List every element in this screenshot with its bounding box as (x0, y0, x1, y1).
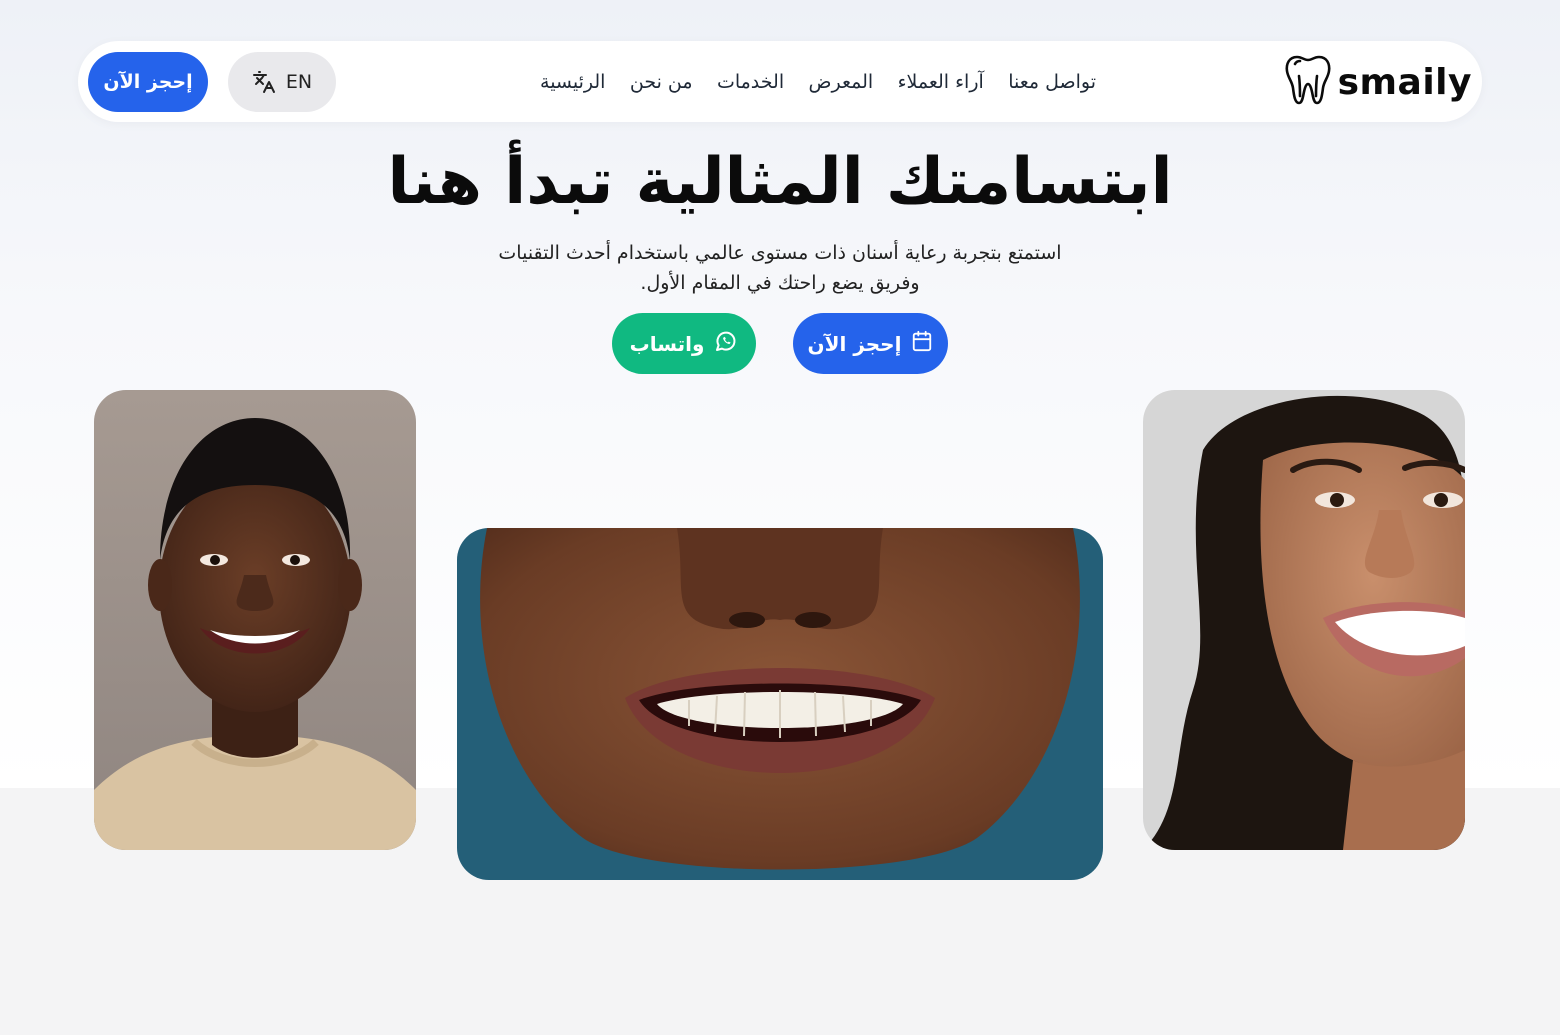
brand-logo[interactable]: smaily (1284, 55, 1472, 109)
book-now-hero-button[interactable]: إحجز الآن (793, 313, 948, 374)
nav-link-home[interactable]: الرئيسية (540, 71, 605, 93)
nav-link-gallery[interactable]: المعرض (809, 71, 874, 93)
smiling-woman-photo (1143, 390, 1465, 850)
tooth-icon (1284, 54, 1332, 110)
whatsapp-icon (714, 329, 738, 358)
language-switch-button[interactable]: EN (228, 52, 336, 112)
nav-link-about[interactable]: من نحن (630, 71, 693, 93)
hero-subtitle: استمتع بتجربة رعاية أسنان ذات مستوى عالم… (430, 238, 1130, 298)
top-navbar: إحجز الآن EN الرئيسية من نحن الخدمات الم… (78, 41, 1482, 122)
nav-link-contact[interactable]: تواصل معنا (1008, 71, 1096, 93)
translate-icon (252, 70, 276, 94)
calendar-icon (911, 330, 933, 357)
whatsapp-label: واتساب (629, 331, 705, 356)
hero-title: ابتسامتك المثالية تبدأ هنا (387, 145, 1173, 219)
smiling-man-photo (94, 390, 416, 850)
brand-name: smaily (1337, 61, 1472, 103)
main-nav: الرئيسية من نحن الخدمات المعرض آراء العم… (540, 41, 1096, 122)
nav-link-services[interactable]: الخدمات (717, 71, 784, 93)
nav-link-testimonials[interactable]: آراء العملاء (898, 71, 984, 93)
hero-subtitle-line-2: وفريق يضع راحتك في المقام الأول. (640, 272, 920, 294)
whatsapp-button[interactable]: واتساب (612, 313, 756, 374)
hero-subtitle-line-1: استمتع بتجربة رعاية أسنان ذات مستوى عالم… (498, 242, 1062, 264)
book-now-nav-button[interactable]: إحجز الآن (88, 52, 208, 112)
smile-closeup-photo (457, 528, 1103, 880)
book-now-hero-label: إحجز الآن (807, 331, 902, 356)
language-label: EN (285, 71, 313, 93)
